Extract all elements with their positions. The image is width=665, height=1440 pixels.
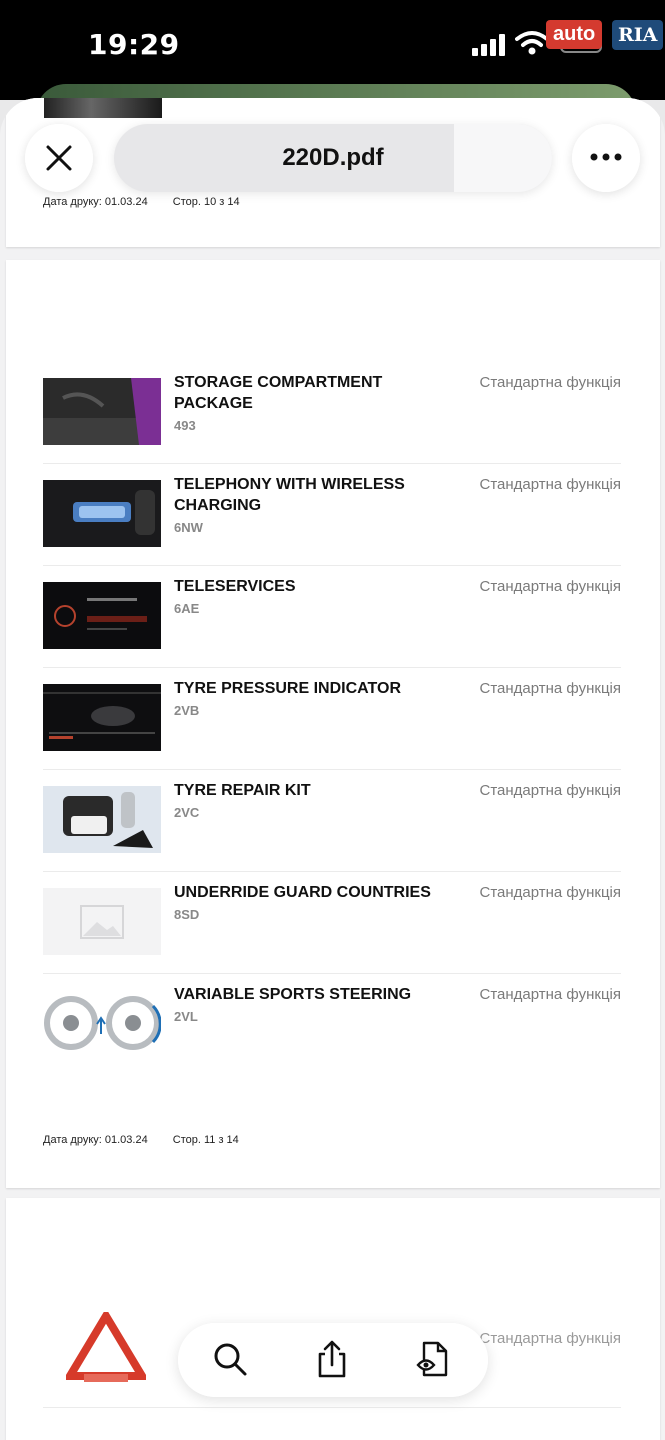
item-code: 8SD: [174, 907, 200, 922]
item-status: Стандартна функція: [479, 1330, 622, 1347]
watermark-logo-auto: auto: [546, 20, 603, 49]
ellipsis-icon: [590, 153, 622, 161]
list-item: TYRE REPAIR KIT 2VC Стандартна функція: [43, 770, 621, 872]
pdf-page: [6, 1198, 660, 1440]
item-thumbnail: [44, 98, 162, 118]
watermark-logo-ria: RIA: [612, 20, 664, 50]
bottom-toolbar: [178, 1323, 488, 1397]
wifi-icon: [515, 31, 549, 55]
divider: [43, 1407, 621, 1408]
item-code: 6NW: [174, 520, 203, 535]
item-status: Стандартна функція: [479, 782, 622, 799]
close-button[interactable]: [25, 124, 93, 192]
item-title: VARIABLE SPORTS STEERING 2VL: [174, 984, 464, 1027]
item-title: TELESERVICES 6AE: [174, 576, 464, 619]
share-icon[interactable]: [312, 1339, 352, 1379]
item-title: STORAGE COMPARTMENT PACKAGE 493: [174, 372, 464, 436]
list-item: VARIABLE SPORTS STEERING 2VL Стандартна ф…: [43, 974, 621, 1076]
item-title: UNDERRIDE GUARD COUNTRIES 8SD: [174, 882, 464, 925]
item-thumbnail: [43, 582, 161, 649]
list-item: TELEPHONY WITH WIRELESS CHARGING 6NW Стан…: [43, 464, 621, 566]
item-code: 493: [174, 418, 196, 433]
close-icon: [46, 145, 72, 171]
document-title: 220D.pdf: [282, 144, 384, 171]
warning-triangle-icon: [66, 1312, 146, 1382]
item-status: Стандартна функція: [479, 476, 622, 493]
image-placeholder-icon: [43, 888, 161, 955]
item-code: 2VC: [174, 805, 200, 820]
pdf-viewer-sheet[interactable]: Дата друку: 01.03.24 Стор. 10 з 14 STORA…: [0, 98, 665, 1440]
page-number: Стор. 11 з 14: [172, 1134, 239, 1146]
item-code: 2VL: [174, 1009, 198, 1024]
document-view-icon[interactable]: [414, 1339, 454, 1379]
page-number: Стор. 10 з 14: [172, 196, 240, 208]
list-item: STORAGE COMPARTMENT PACKAGE 493 Стандартн…: [43, 362, 621, 464]
item-code: 6AE: [174, 601, 200, 616]
pdf-page: STORAGE COMPARTMENT PACKAGE 493 Стандартн…: [6, 260, 660, 1188]
list-item: TELESERVICES 6AE Стандартна функція: [43, 566, 621, 668]
item-code: 2VB: [174, 703, 200, 718]
item-thumbnail: [43, 684, 161, 751]
item-thumbnail: [43, 786, 161, 853]
document-title-pill[interactable]: 220D.pdf: [114, 124, 552, 192]
steering-wheel-icon: [43, 990, 161, 1057]
print-date: Дата друку: 01.03.24: [43, 196, 148, 208]
print-date: Дата друку: 01.03.24: [43, 1134, 148, 1146]
item-status: Стандартна функція: [479, 578, 622, 595]
item-title: TYRE PRESSURE INDICATOR 2VB: [174, 678, 464, 721]
item-thumbnail: [43, 378, 161, 445]
more-options-button[interactable]: [572, 124, 640, 192]
item-status: Стандартна функція: [479, 680, 622, 697]
item-status: Стандартна функція: [479, 986, 622, 1003]
search-icon[interactable]: [210, 1339, 250, 1379]
item-status: Стандартна функція: [479, 884, 622, 901]
list-item: TYRE PRESSURE INDICATOR 2VB Стандартна фу…: [43, 668, 621, 770]
item-status: Стандартна функція: [479, 374, 622, 391]
cellular-signal-icon: [472, 34, 508, 56]
item-title: TELEPHONY WITH WIRELESS CHARGING 6NW: [174, 474, 464, 538]
list-item: UNDERRIDE GUARD COUNTRIES 8SD Стандартна …: [43, 872, 621, 974]
page-footer: Дата друку: 01.03.24 Стор. 10 з 14: [43, 196, 262, 208]
item-title: TYRE REPAIR KIT 2VC: [174, 780, 464, 823]
page-footer: Дата друку: 01.03.24 Стор. 11 з 14: [43, 1134, 261, 1146]
status-time: 19:29: [88, 28, 180, 61]
item-thumbnail: [43, 480, 161, 547]
